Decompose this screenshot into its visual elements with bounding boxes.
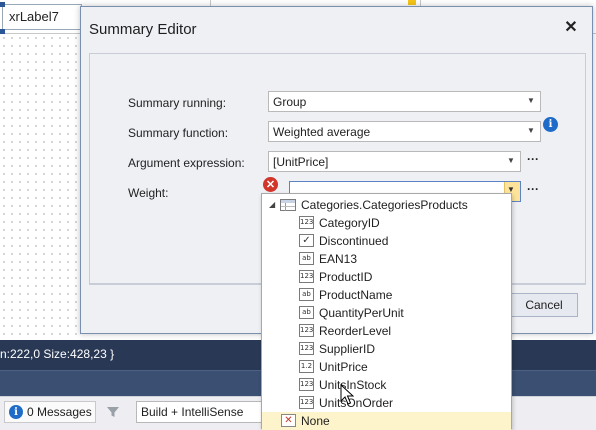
selection-handle[interactable] bbox=[0, 2, 5, 7]
table-icon bbox=[280, 199, 296, 211]
field-list-item-label: EAN13 bbox=[319, 252, 358, 266]
tree-root-label: Categories.CategoriesProducts bbox=[301, 198, 468, 212]
number-field-icon: 123 bbox=[299, 324, 314, 337]
mouse-cursor-icon bbox=[340, 384, 354, 405]
info-icon[interactable]: i bbox=[543, 117, 558, 132]
number-field-icon: 123 bbox=[299, 342, 314, 355]
messages-label: 0 Messages bbox=[27, 405, 92, 419]
field-list-item[interactable]: 123 CategoryID bbox=[262, 214, 511, 232]
build-scope-select[interactable]: Build + IntelliSense bbox=[136, 401, 266, 423]
error-icon: ✕ bbox=[263, 177, 278, 192]
info-icon: i bbox=[9, 405, 23, 419]
field-list-item[interactable]: 123 ProductID bbox=[262, 268, 511, 286]
number-field-icon: 123 bbox=[299, 396, 314, 409]
field-list-item-label: ProductName bbox=[319, 288, 393, 302]
field-list-item[interactable]: 123 ReorderLevel bbox=[262, 322, 511, 340]
number-field-icon: 123 bbox=[299, 378, 314, 391]
weight-label: Weight: bbox=[128, 186, 169, 200]
string-field-icon: ab bbox=[299, 288, 314, 301]
field-list-item-label: ProductID bbox=[319, 270, 373, 284]
summary-function-value: Weighted average bbox=[273, 125, 371, 139]
summary-function-label: Summary function: bbox=[128, 126, 229, 140]
collapse-arrow-icon[interactable]: ◢ bbox=[269, 200, 275, 209]
field-list-item-label: UnitsOnOrder bbox=[319, 396, 394, 410]
field-list-item[interactable]: 123 UnitsOnOrder bbox=[262, 394, 511, 412]
dialog-title: Summary Editor bbox=[89, 21, 197, 38]
chevron-down-icon[interactable]: ▼ bbox=[505, 155, 517, 167]
none-option[interactable]: ✕ None bbox=[262, 412, 511, 430]
number-field-icon: 123 bbox=[299, 270, 314, 283]
none-icon: ✕ bbox=[281, 414, 296, 427]
close-button[interactable]: ✕ bbox=[561, 18, 581, 38]
field-list-item-label: UnitPrice bbox=[319, 360, 368, 374]
summary-running-value: Group bbox=[273, 95, 307, 109]
summary-running-label: Summary running: bbox=[128, 96, 227, 110]
field-list-item[interactable]: ✓ Discontinued bbox=[262, 232, 511, 250]
argument-expression-label: Argument expression: bbox=[128, 156, 245, 170]
field-list-item-label: SupplierID bbox=[319, 342, 376, 356]
field-list-item[interactable]: ab EAN13 bbox=[262, 250, 511, 268]
ellipsis-button[interactable]: ··· bbox=[525, 183, 541, 198]
tree-root-node[interactable]: ◢ Categories.CategoriesProducts bbox=[262, 196, 511, 214]
field-list-item[interactable]: 1.2 UnitPrice bbox=[262, 358, 511, 376]
summary-running-select[interactable]: Group ▼ bbox=[268, 91, 541, 112]
field-list-item-label: ReorderLevel bbox=[319, 324, 392, 338]
number-field-icon: 1.2 bbox=[299, 360, 314, 373]
report-label-control[interactable]: xrLabel7 bbox=[2, 4, 82, 30]
messages-filter-button[interactable]: i 0 Messages bbox=[4, 401, 96, 423]
ellipsis-button[interactable]: ··· bbox=[525, 153, 541, 168]
status-text: n:222,0 Size:428,23 } bbox=[0, 347, 115, 361]
selection-handle[interactable] bbox=[0, 29, 5, 34]
string-field-icon: ab bbox=[299, 306, 314, 319]
field-list-item[interactable]: ab ProductName bbox=[262, 286, 511, 304]
argument-expression-select[interactable]: [UnitPrice] ▼ ··· bbox=[268, 151, 539, 172]
chevron-down-icon[interactable]: ▼ bbox=[525, 95, 537, 107]
field-list-item[interactable]: ab QuantityPerUnit bbox=[262, 304, 511, 322]
field-list-item[interactable]: 123 SupplierID bbox=[262, 340, 511, 358]
field-list-item[interactable]: 123 UnitsInStock bbox=[262, 376, 511, 394]
summary-function-select[interactable]: Weighted average ▼ bbox=[268, 121, 541, 142]
chevron-down-icon[interactable]: ▼ bbox=[525, 125, 537, 137]
field-list-item-label: QuantityPerUnit bbox=[319, 306, 404, 320]
field-list-item-label: Discontinued bbox=[319, 234, 389, 248]
boolean-field-icon: ✓ bbox=[299, 234, 314, 247]
string-field-icon: ab bbox=[299, 252, 314, 265]
field-list-item-label: CategoryID bbox=[319, 216, 380, 230]
design-grid bbox=[0, 34, 82, 340]
argument-expression-value: [UnitPrice] bbox=[273, 155, 329, 169]
none-label: None bbox=[301, 414, 330, 428]
filter-icon[interactable] bbox=[106, 405, 120, 419]
field-list-popup: ◢ Categories.CategoriesProducts 123 Categ… bbox=[261, 193, 512, 430]
cancel-button[interactable]: Cancel bbox=[510, 293, 578, 317]
marker-bar bbox=[408, 0, 416, 5]
number-field-icon: 123 bbox=[299, 216, 314, 229]
